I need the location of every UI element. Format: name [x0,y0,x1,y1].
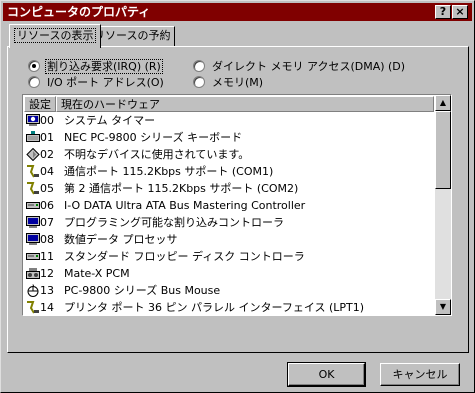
system-timer-icon [26,114,40,127]
radio-memory[interactable]: メモリ(M) [193,75,265,91]
row-hardware-name: プリンタ ポート 36 ピン パラレル インターフェイス (LPT1) [64,301,365,314]
radio-dma-indicator[interactable] [193,60,205,72]
scroll-up-button[interactable]: ▲ [435,95,451,111]
list-item[interactable]: 14 プリンタ ポート 36 ピン パラレル インターフェイス (LPT1) [24,299,434,315]
tab-resource-view[interactable]: リソースの表示 [9,24,102,48]
row-hardware-name: PC-9800 シリーズ Bus Mouse [64,284,221,297]
list-item[interactable]: 05 第 2 通信ポート 115.2Kbps サポート (COM2) [24,180,434,197]
list-item[interactable]: 04 通信ポート 115.2Kbps サポート (COM1) [24,163,434,180]
row-hardware-name: プログラミング可能な割り込みコントローラ [64,216,284,229]
system-device-icon [26,216,40,229]
mouse-icon [26,284,40,297]
list-item[interactable]: 01 NEC PC-9800 シリーズ キーボード [24,129,434,146]
row-setting: 08 [40,233,54,246]
comm-port-icon [26,165,40,178]
sound-device-icon [26,267,40,280]
row-setting: 04 [40,165,54,178]
row-hardware-name: Mate-X PCM [64,267,130,280]
row-setting: 02 [40,148,54,161]
list-item[interactable]: 12 Mate-X PCM [24,265,434,282]
row-hardware-name: 不明なデバイスに使用されています。 [64,148,250,161]
unknown-device-icon [26,147,40,162]
radio-dma-label: ダイレクト メモリ アクセス(DMA) (D) [212,60,406,73]
row-setting: 14 [40,301,54,314]
row-setting: 13 [40,284,54,297]
list-item[interactable]: 13 PC-9800 シリーズ Bus Mouse [24,282,434,299]
comm-port-icon [26,182,40,195]
row-hardware-name: 通信ポート 115.2Kbps サポート (COM1) [64,165,274,178]
printer-port-icon [26,301,40,314]
keyboard-icon [26,131,40,144]
radio-memory-indicator[interactable] [193,76,205,88]
cancel-button[interactable]: キャンセル [380,363,460,386]
list-item[interactable]: 11 スタンダード フロッピー ディスク コントローラ [24,248,434,265]
tab-resource-view-label: リソースの表示 [14,28,97,43]
disk-controller-icon [26,199,40,212]
scroll-down-button[interactable]: ▼ [435,299,451,315]
properties-window: コンピュータのプロパティ ? × リソースの表示 リソースの予約 割り込み要求(… [0,0,475,393]
list-item[interactable]: 07 プログラミング可能な割り込みコントローラ [24,214,434,231]
header-setting[interactable]: 設定 [24,96,56,112]
close-button[interactable]: × [452,5,468,19]
ok-button[interactable]: OK [287,362,366,387]
system-device-icon [26,233,40,246]
radio-irq-indicator[interactable] [28,60,40,72]
tab-resource-reservation[interactable]: リソースの予約 [89,26,176,46]
header-current-hardware[interactable]: 現在のハードウェア [56,96,434,112]
list-rows: 00 システム タイマー 01 NEC PC-9800 シリーズ キーボード 02 不明な… [24,112,434,315]
row-hardware-name: NEC PC-9800 シリーズ キーボード [64,131,243,144]
radio-io-port-label: I/O ポート アドレス(O) [47,76,164,89]
row-setting: 06 [40,199,54,212]
row-hardware-name: 数値データ プロセッサ [64,233,178,246]
row-setting: 00 [40,114,54,127]
row-setting: 07 [40,216,54,229]
scroll-thumb[interactable] [435,111,451,189]
resource-list[interactable]: 設定 現在のハードウェア 00 システム タイマー 01 NEC PC-9800 シリ… [22,94,452,316]
list-item[interactable]: 02 不明なデバイスに使用されています。 [24,146,434,163]
list-item[interactable]: 00 システム タイマー [24,112,434,129]
window-title: コンピュータのプロパティ [7,5,151,19]
row-hardware-name: システム タイマー [64,114,156,127]
help-button[interactable]: ? [435,5,451,19]
list-item[interactable]: 08 数値データ プロセッサ [24,231,434,248]
list-item[interactable]: 06 I-O DATA Ultra ATA Bus Mastering Contr… [24,197,434,214]
radio-memory-label: メモリ(M) [212,76,264,89]
row-setting: 01 [40,131,54,144]
radio-io-port-indicator[interactable] [28,76,40,88]
tab-resource-reservation-label: リソースの予約 [94,29,171,42]
vertical-scrollbar[interactable]: ▲ ▼ [435,95,451,315]
row-hardware-name: 第 2 通信ポート 115.2Kbps サポート (COM2) [64,182,299,195]
radio-irq-label: 割り込み要求(IRQ) (R) [45,59,163,74]
disk-controller-icon [26,250,40,263]
row-setting: 12 [40,267,54,280]
radio-irq[interactable]: 割り込み要求(IRQ) (R) [28,59,163,75]
row-hardware-name: スタンダード フロッピー ディスク コントローラ [64,250,305,263]
title-bar[interactable]: コンピュータのプロパティ ? × [3,3,472,21]
radio-dma[interactable]: ダイレクト メモリ アクセス(DMA) (D) [193,59,407,75]
row-hardware-name: I-O DATA Ultra ATA Bus Mastering Control… [64,199,306,212]
row-setting: 05 [40,182,54,195]
list-header: 設定 現在のハードウェア [24,96,434,112]
radio-io-port[interactable]: I/O ポート アドレス(O) [28,75,166,91]
row-setting: 11 [40,250,54,263]
